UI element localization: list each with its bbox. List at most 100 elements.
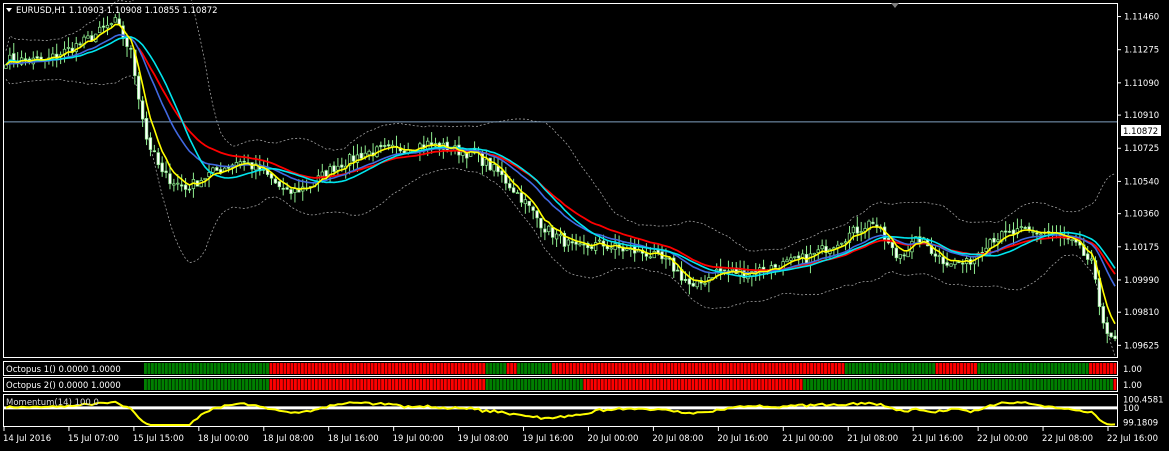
heat-cell-red	[712, 379, 716, 390]
y-tick-label: 1.09990	[1124, 276, 1159, 286]
candle-body	[578, 243, 582, 246]
candle-body	[898, 254, 902, 259]
octopus2-histogram	[144, 379, 1117, 390]
chevron-down-icon[interactable]	[6, 8, 12, 12]
heat-cell-red	[974, 363, 977, 374]
heat-cell-green	[220, 363, 224, 374]
candle-body	[86, 35, 90, 39]
heat-cell-green	[838, 379, 841, 390]
heat-cell-green	[1040, 379, 1044, 390]
heat-cell-green	[227, 363, 231, 374]
heat-cell-red	[276, 363, 280, 374]
heat-cell-red	[388, 363, 392, 374]
heat-cell-green	[175, 363, 179, 374]
heat-cell-green	[552, 379, 555, 390]
heat-cell-red	[670, 363, 674, 374]
candle-body	[281, 187, 285, 190]
heat-cell-red	[436, 363, 440, 374]
heat-cell-red	[395, 379, 398, 390]
heat-cell-red	[419, 379, 423, 390]
heat-cell-red	[346, 363, 350, 374]
candle-body	[996, 239, 1000, 242]
heat-cell-green	[524, 363, 528, 374]
candle-body	[480, 151, 485, 166]
heat-cell-green	[185, 379, 189, 390]
heat-cell-red	[590, 363, 594, 374]
heat-cell-red	[946, 363, 949, 374]
heat-cell-green	[897, 363, 901, 374]
heat-cell-green	[517, 363, 521, 374]
heat-cell-green	[1061, 379, 1065, 390]
heat-cell-red	[963, 363, 967, 374]
heat-cell-red	[405, 379, 409, 390]
x-tick-label: 19 Jul 00:00	[393, 434, 444, 444]
candle-body	[547, 225, 551, 233]
heat-cell-green	[862, 379, 866, 390]
heat-cell-red	[789, 379, 793, 390]
heat-cell-red	[691, 363, 695, 374]
heat-cell-green	[907, 379, 911, 390]
heat-cell-green	[234, 379, 238, 390]
heat-cell-green	[914, 363, 918, 374]
heat-cell-red	[471, 363, 475, 374]
heat-cell-green	[503, 363, 507, 374]
heat-cell-red	[374, 363, 378, 374]
heat-cell-red	[663, 363, 667, 374]
heat-cell-green	[164, 363, 168, 374]
heat-cell-green	[1015, 363, 1019, 374]
heat-cell-green	[255, 379, 259, 390]
chart-shift-marker[interactable]	[891, 3, 899, 8]
candle-body	[797, 255, 801, 259]
candle-body	[730, 268, 734, 271]
candle-body	[129, 47, 133, 50]
heat-cell-red	[1092, 363, 1096, 374]
heat-cell-red	[688, 379, 691, 390]
heat-cell-red	[942, 363, 946, 374]
heat-cell-green	[1001, 363, 1005, 374]
heat-cell-green	[1068, 363, 1072, 374]
heat-cell-red	[1089, 363, 1092, 374]
candle-body	[500, 170, 504, 176]
heat-cell-green	[1033, 379, 1037, 390]
heat-cell-red	[342, 363, 346, 374]
heat-cell-red	[736, 379, 740, 390]
heat-cell-red	[433, 363, 437, 374]
heat-cell-red	[562, 363, 566, 374]
heat-cell-green	[1047, 363, 1051, 374]
candle-body	[293, 188, 297, 193]
heat-cell-red	[789, 363, 793, 374]
heat-cell-red	[273, 363, 276, 374]
heat-cell-red	[311, 363, 315, 374]
current-price-label: 1.10872	[1123, 127, 1158, 137]
heat-cell-green	[984, 363, 988, 374]
heat-cell-red	[555, 363, 559, 374]
heat-cell-red	[621, 363, 625, 374]
heat-cell-red	[736, 363, 740, 374]
heat-cell-red	[332, 379, 336, 390]
heat-cell-red	[398, 363, 402, 374]
heat-cell-green	[262, 363, 266, 374]
heat-cell-red	[335, 379, 339, 390]
candle-body	[164, 170, 168, 173]
heat-cell-red	[429, 363, 433, 374]
heat-cell-green	[970, 379, 974, 390]
heat-cell-red	[824, 363, 827, 374]
heat-cell-red	[384, 379, 388, 390]
heat-cell-green	[1022, 363, 1026, 374]
heat-cell-green	[182, 363, 186, 374]
x-tick-label: 18 Jul 00:00	[198, 434, 249, 444]
heat-cell-red	[419, 363, 423, 374]
candle-body	[851, 226, 856, 234]
heat-cell-green	[196, 363, 200, 374]
heat-cell-green	[987, 363, 991, 374]
heat-cell-green	[1012, 379, 1016, 390]
heat-cell-green	[203, 379, 207, 390]
heat-cell-red	[450, 379, 454, 390]
heat-cell-green	[241, 363, 245, 374]
candle-body	[508, 183, 512, 189]
candle-body	[320, 171, 324, 177]
heat-cell-red	[618, 363, 622, 374]
heat-cell-red	[719, 363, 723, 374]
heat-cell-red	[353, 363, 357, 374]
y-tick-label: 1.09810	[1124, 308, 1159, 318]
